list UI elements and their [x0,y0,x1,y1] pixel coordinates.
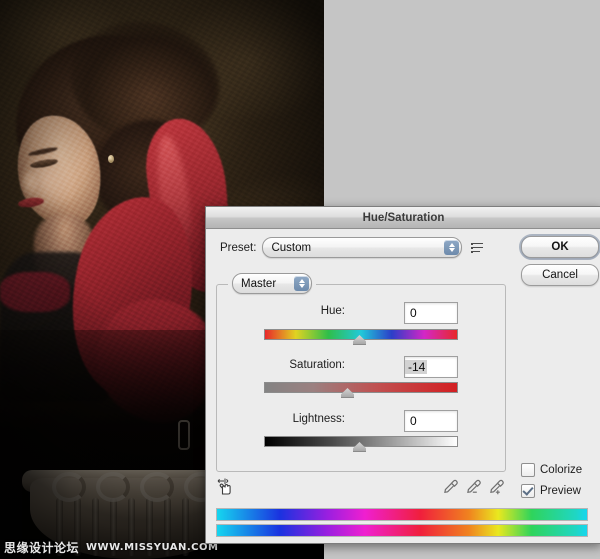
spectrum-bar-input [216,508,588,521]
channel-stepper-arrows[interactable] [294,275,309,291]
preset-dropdown[interactable]: Custom [262,237,463,258]
eyedropper-minus-icon[interactable] [466,479,482,495]
colorize-label: Colorize [540,464,583,476]
hue-input[interactable]: 0 [404,302,458,324]
saturation-label: Saturation: [289,359,345,371]
preview-checkbox-row[interactable]: Preview [521,484,581,498]
preset-menu-icon[interactable] [471,241,485,255]
preset-value: Custom [271,241,312,254]
lightness-label: Lightness: [292,413,345,425]
preset-stepper-arrows[interactable] [444,239,460,255]
scrubby-hand-icon[interactable] [216,477,236,497]
hue-value: 0 [410,306,417,320]
saturation-input[interactable]: -14 [404,356,458,378]
watermark-url: WWW.MISSYUAN.COM [86,542,219,553]
watermark: 思缘设计论坛 WWW.MISSYUAN.COM [4,539,218,556]
colorize-checkbox[interactable] [521,463,535,477]
channel-value: Master [241,277,277,290]
screen: 思缘设计论坛 WWW.MISSYUAN.COM Hue/Saturation P… [0,0,600,559]
lightness-value: 0 [410,414,417,428]
watermark-cn: 思缘设计论坛 [4,541,80,555]
saturation-value: -14 [405,360,428,374]
colorize-checkbox-row[interactable]: Colorize [521,463,582,477]
preview-checkbox[interactable] [521,484,535,498]
channel-selector-wrap: Master [228,273,316,294]
eyedropper-icon[interactable] [443,479,459,495]
dialog-title: Hue/Saturation [362,211,445,224]
eyedropper-plus-icon[interactable] [489,479,505,495]
cancel-button[interactable]: Cancel [521,264,599,286]
hue-label: Hue: [320,305,345,317]
preset-label: Preset: [220,241,257,254]
channel-dropdown[interactable]: Master [232,273,312,294]
lightness-input[interactable]: 0 [404,410,458,432]
spectrum-bar-output [216,524,588,537]
preview-label: Preview [540,485,581,497]
dialog-titlebar[interactable]: Hue/Saturation [206,207,600,229]
ok-button[interactable]: OK [519,234,600,260]
saturation-slider-track[interactable] [264,382,458,393]
